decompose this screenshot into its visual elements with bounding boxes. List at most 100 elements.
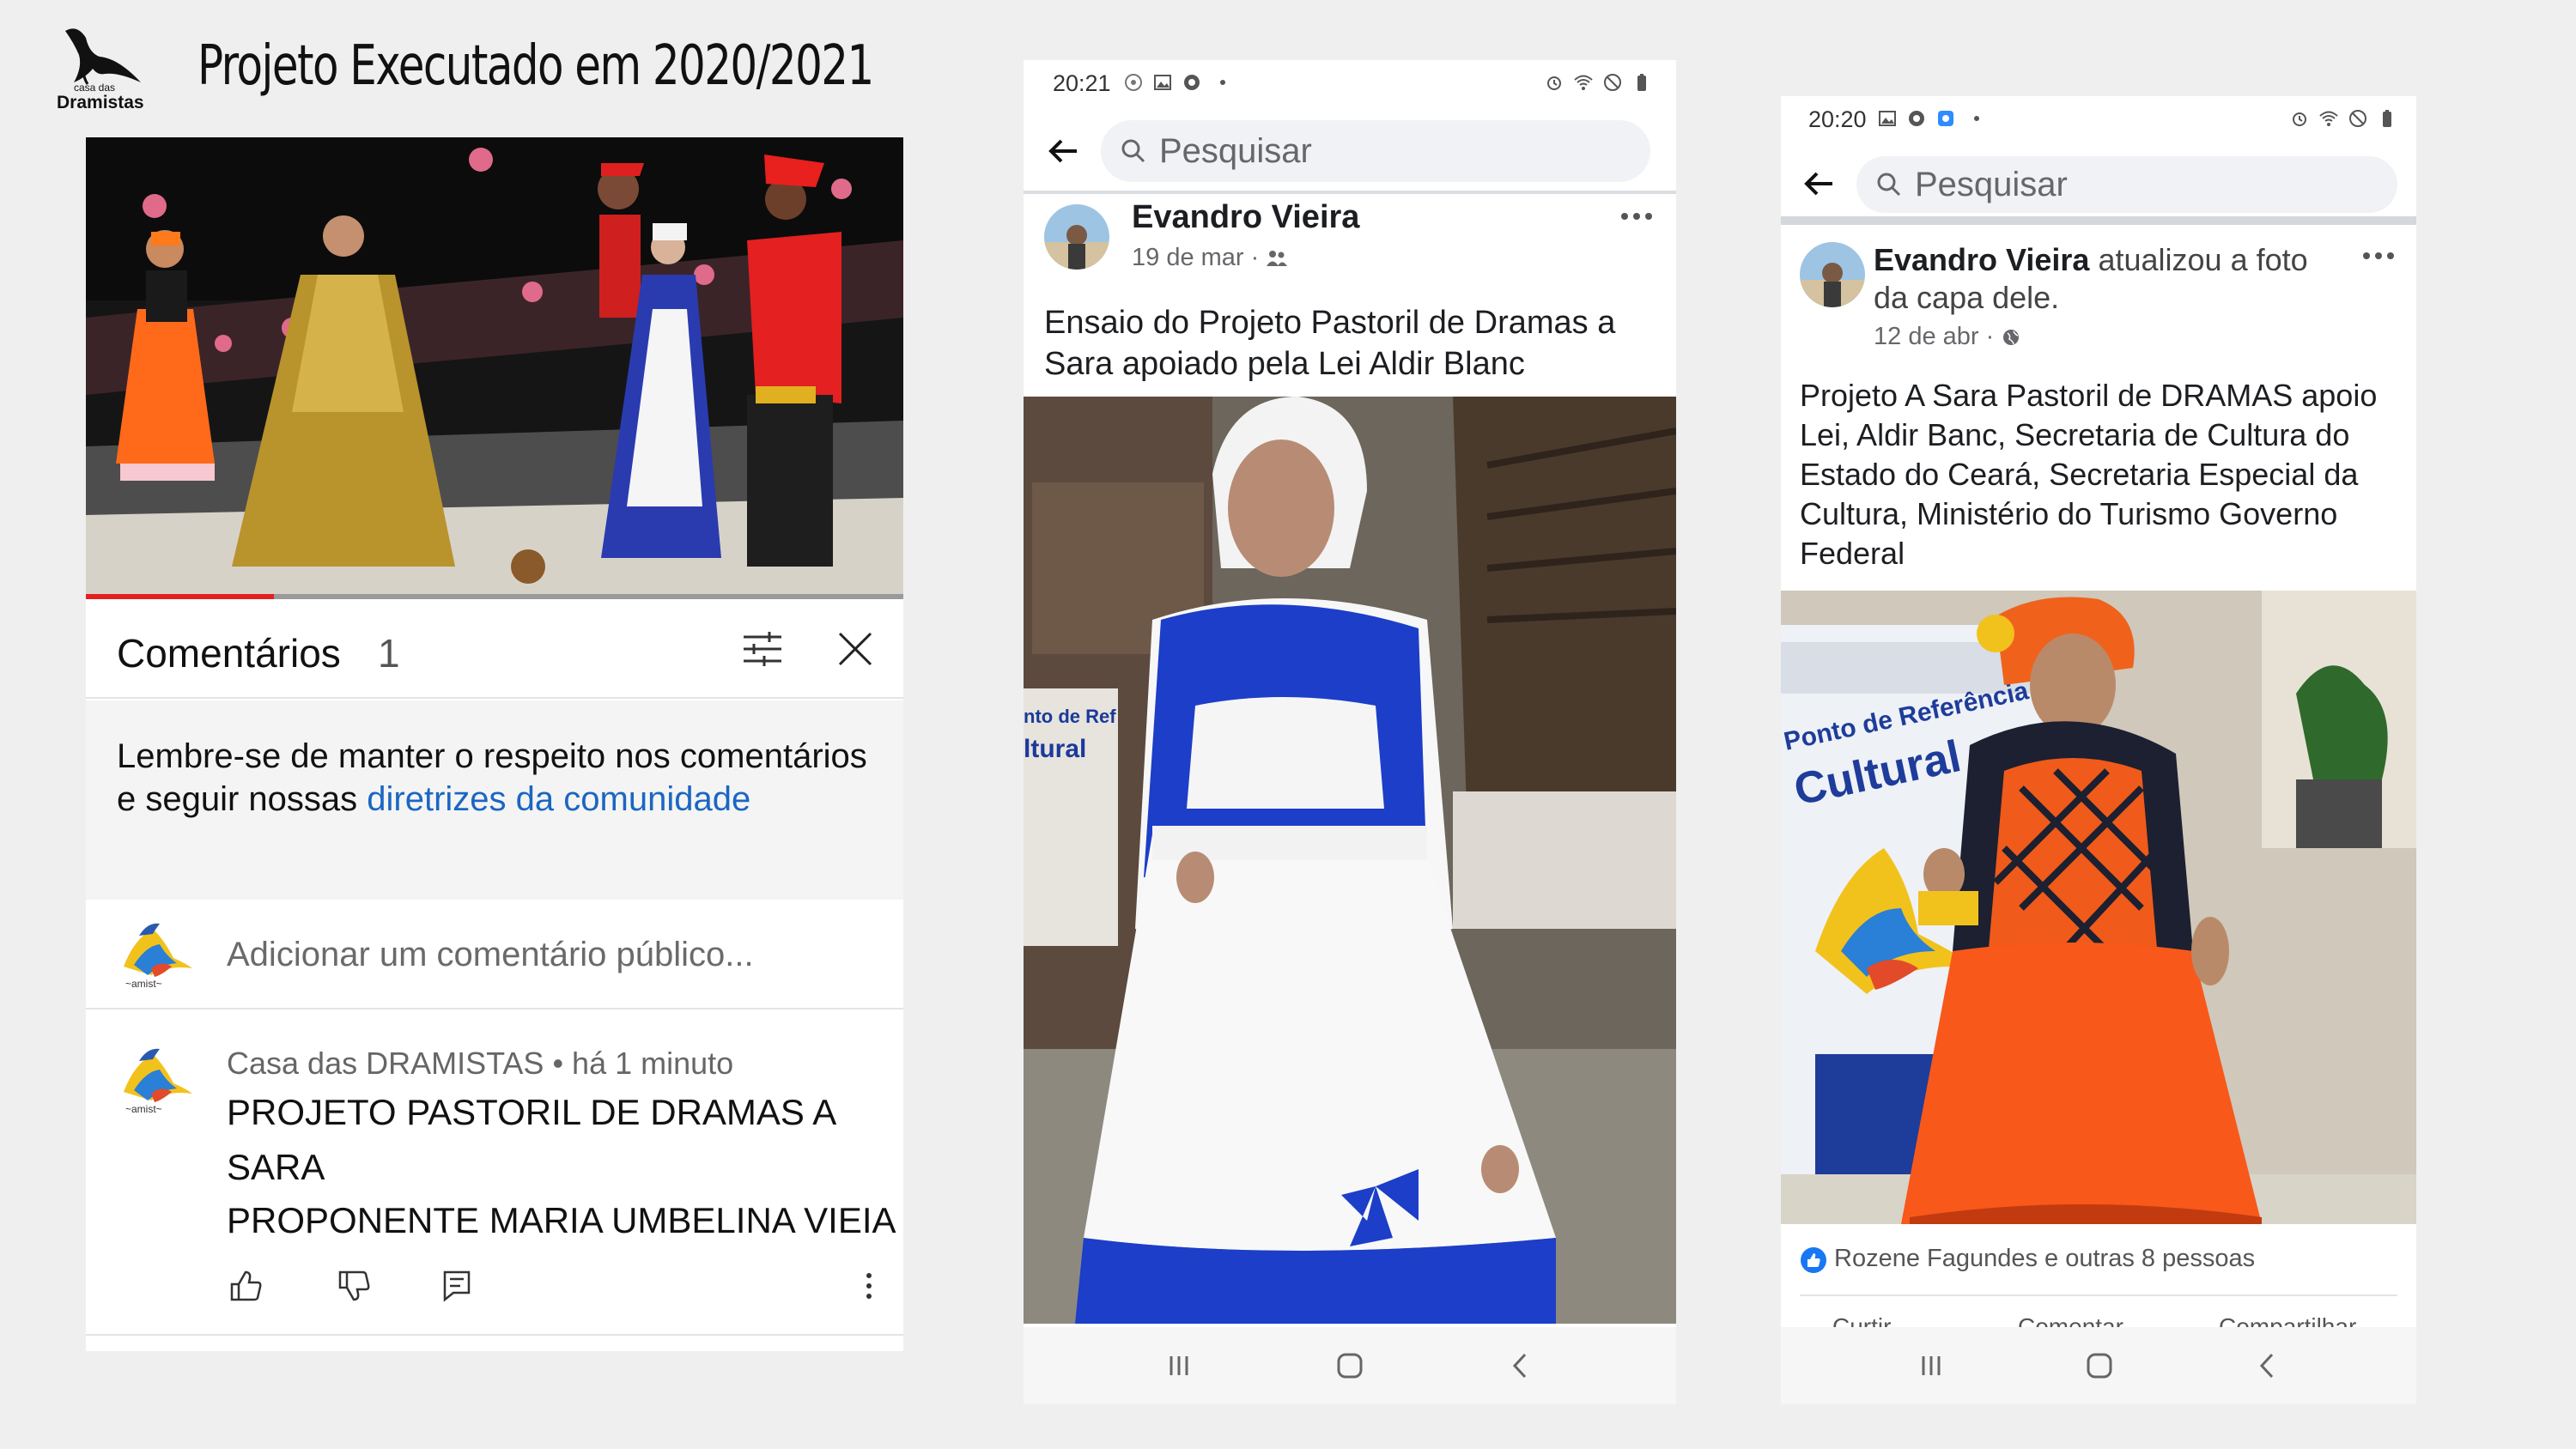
comments-header: Comentários 1 [86, 599, 903, 699]
search-placeholder: Pesquisar [1159, 132, 1312, 170]
android-nav-bar [1024, 1327, 1676, 1404]
svg-text:nto de Ref: nto de Ref [1024, 706, 1116, 727]
comment-text-line-2: SARA [227, 1147, 325, 1187]
post-text-line-1: Ensaio do Projeto Pastoril de Dramas a [1044, 305, 1616, 341]
post-text-line: Federal [1800, 536, 1905, 571]
status-bar: 20:21 [1024, 60, 1676, 108]
comments-title: Comentários [117, 631, 341, 676]
post-video[interactable]: nto de Ref ltural [1024, 397, 1676, 1324]
svg-text:casa das: casa das [74, 82, 115, 94]
dot-icon [1974, 116, 1979, 121]
post-text-line: Projeto A Sara Pastoril de DRAMAS apoio [1800, 378, 2378, 413]
add-comment-input[interactable]: Adicionar um comentário público... [227, 936, 754, 974]
post-author-name[interactable]: Evandro Vieira [1132, 199, 1359, 236]
comment-author-avatar: ~amist~ [124, 1048, 192, 1115]
thumbs-down-icon[interactable] [335, 1267, 373, 1305]
comment-text-line-3: PROPONENTE MARIA UMBELINA VIEIA [227, 1200, 896, 1240]
cover-photo[interactable]: Ponto de Referência Cultural [1781, 591, 2416, 1224]
video-frame [86, 137, 903, 599]
guidelines-link[interactable]: diretrizes da comunidade [367, 780, 750, 818]
search-bar: Pesquisar [1781, 144, 2416, 225]
post-video-frame: nto de Ref ltural [1024, 397, 1676, 1324]
back-icon[interactable] [2250, 1348, 2286, 1384]
home-icon[interactable] [2081, 1348, 2117, 1384]
more-options-icon[interactable] [1619, 211, 1654, 221]
reply-icon[interactable] [438, 1267, 476, 1305]
post-action-text-1: atualizou a foto [2089, 242, 2308, 277]
battery-icon [2383, 110, 2391, 127]
youtube-comments-panel: Comentários 1 Lembre-se de manter o resp… [86, 137, 903, 1351]
gallery-icon [1879, 111, 1896, 126]
notification-icon [1125, 74, 1142, 91]
channel-avatar: ~amist~ [124, 923, 192, 990]
battery-icon [1637, 74, 1646, 91]
author-avatar[interactable] [1044, 204, 1109, 270]
do-not-disturb-icon [1604, 74, 1621, 91]
back-arrow-icon[interactable] [1798, 163, 1839, 204]
do-not-disturb-icon [2349, 110, 2366, 127]
recent-apps-icon[interactable] [1161, 1348, 1197, 1384]
comments-count: 1 [378, 631, 400, 676]
search-bar: Pesquisar [1024, 108, 1676, 194]
back-arrow-icon[interactable] [1042, 130, 1084, 172]
status-bar: 20:20 [1781, 96, 2416, 144]
add-comment-row[interactable]: ~amist~ Adicionar um comentário público.… [86, 900, 903, 1009]
svg-text:ltural: ltural [1024, 735, 1086, 763]
casa-das-dramistas-logo: casa das Dramistas [57, 28, 144, 112]
wifi-icon [2319, 111, 2338, 126]
cover-photo-image: Ponto de Referência Cultural [1781, 591, 2416, 1224]
facebook-post-screen-1: 20:21 Pesquisar Evandro Vieira 19 de mar… [1024, 60, 1676, 1404]
community-guidelines-notice: Lembre-se de manter o respeito nos comen… [86, 700, 903, 900]
messenger-icon [1938, 111, 1953, 126]
svg-text:Dramistas: Dramistas [57, 93, 144, 112]
android-nav-bar [1781, 1327, 2416, 1404]
more-options-icon[interactable] [2361, 251, 2396, 261]
search-placeholder: Pesquisar [1915, 166, 2068, 203]
facebook-post-screen-2: 20:20 Pesquisar Evandro Vieira atualizou… [1781, 96, 2416, 1404]
public-globe-icon [2003, 330, 2020, 346]
status-time: 20:20 [1808, 106, 1867, 132]
post-action-text-2: da capa dele. [1874, 280, 2060, 315]
friends-icon [1267, 251, 1288, 267]
post-text-line: Lei, Aldir Banc, Secretaria de Cultura d… [1800, 417, 2350, 452]
reactions-text: Rozene Fagundes e outras 8 pessoas [1834, 1245, 2256, 1272]
app-icon [1909, 111, 1924, 126]
alarm-icon [1547, 76, 1561, 90]
author-avatar[interactable] [1800, 242, 1865, 307]
video-player[interactable] [86, 137, 903, 599]
gallery-icon [1154, 75, 1171, 90]
post-text-line-2: Sara apoiado pela Lei Aldir Blanc [1044, 346, 1525, 382]
actions-divider [1800, 1294, 2397, 1296]
comment-item: ~amist~ Casa das DRAMISTAS • há 1 minuto… [86, 1009, 903, 1336]
back-icon[interactable] [1503, 1348, 1539, 1384]
close-icon[interactable] [831, 625, 879, 673]
post-text-line: Estado do Ceará, Secretaria Especial da [1800, 457, 2359, 492]
post-date: 12 de abr · [1874, 323, 2021, 351]
search-icon [1877, 173, 1901, 197]
dot-icon [1220, 80, 1225, 85]
svg-text:~amist~: ~amist~ [125, 1103, 162, 1115]
post-text: Projeto A Sara Pastoril de DRAMAS apoio … [1800, 376, 2377, 573]
more-options-icon[interactable] [850, 1267, 888, 1305]
alarm-icon [2293, 112, 2306, 126]
thumbs-up-icon[interactable] [227, 1267, 264, 1305]
comment-actions [86, 1267, 903, 1319]
svg-text:~amist~: ~amist~ [125, 978, 162, 990]
comment-text-line-1: PROJETO PASTORIL DE DRAMAS A [227, 1092, 837, 1132]
post-text-line: Cultura, Ministério do Turismo Governo [1800, 496, 2338, 531]
post-date-text: 12 de abr · [1874, 323, 1995, 350]
slide-title: Projeto Executado em 2020/2021 [197, 34, 874, 98]
search-icon [1121, 139, 1145, 163]
search-input[interactable]: Pesquisar [1101, 120, 1650, 182]
wifi-icon [1574, 75, 1593, 90]
status-time: 20:21 [1053, 70, 1111, 96]
sort-filter-icon[interactable] [738, 625, 787, 673]
post-header-line-1: Evandro Vieira atualizou a foto [1874, 242, 2308, 278]
post-date-text: 19 de mar · [1132, 244, 1260, 271]
app-icon [1184, 75, 1200, 90]
post-author-name[interactable]: Evandro Vieira [1874, 242, 2089, 277]
home-icon[interactable] [1332, 1348, 1368, 1384]
recent-apps-icon[interactable] [1913, 1348, 1949, 1384]
search-input[interactable]: Pesquisar [1856, 156, 2397, 213]
comment-author[interactable]: Casa das DRAMISTAS • há 1 minuto [227, 1046, 733, 1082]
